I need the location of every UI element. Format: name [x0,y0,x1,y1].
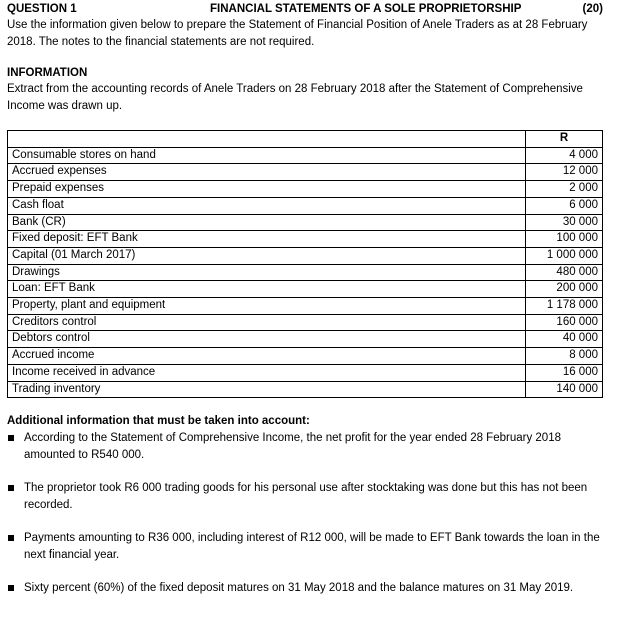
list-item-text: Sixty percent (60%) of the fixed deposit… [24,582,574,594]
question-title: FINANCIAL STATEMENTS OF A SOLE PROPRIETO… [210,3,522,15]
row-value: 480 000 [525,263,603,282]
row-label: Drawings [7,263,526,282]
square-bullet-icon [8,585,14,591]
additional-info-heading: Additional information that must be take… [7,415,310,427]
row-value: 200 000 [525,280,603,299]
square-bullet-icon [8,435,14,441]
table-row: Fixed deposit: EFT Bank 100 000 [7,230,603,248]
table-header-row: R [7,130,603,148]
table-row: Bank (CR) 30 000 [7,213,603,232]
header-label-cell [7,130,526,148]
table-row: Creditors control 160 000 [7,313,603,332]
question-heading: QUESTION 1 FINANCIAL STATEMENTS OF A SOL… [7,3,603,17]
row-label: Consumable stores on hand [7,146,526,165]
header-currency-cell: R [525,130,603,148]
table-row: Cash float 6 000 [7,196,603,215]
list-item-text: Payments amounting to R36 000, including… [24,532,600,561]
row-label: Income received in advance [7,363,526,382]
table-row: Income received in advance 16 000 [7,363,603,382]
additional-info-list: According to the Statement of Comprehens… [7,430,607,597]
list-item-text: According to the Statement of Comprehens… [24,432,561,461]
row-label: Loan: EFT Bank [7,280,526,299]
question-label: QUESTION 1 [7,3,77,15]
row-label: Property, plant and equipment [7,297,526,315]
table-row: Accrued income 8 000 [7,347,603,365]
row-value: 160 000 [525,313,603,332]
list-item: The proprietor took R6 000 trading goods… [7,480,607,513]
row-label: Debtors control [7,330,526,349]
square-bullet-icon [8,485,14,491]
list-item: Payments amounting to R36 000, including… [7,530,607,563]
row-value: 12 000 [525,163,603,182]
row-label: Accrued income [7,347,526,365]
row-value: 100 000 [525,230,603,248]
row-value: 4 000 [525,146,603,165]
list-item: Sixty percent (60%) of the fixed deposit… [7,580,607,597]
table-row: Accrued expenses 12 000 [7,163,603,182]
row-value: 1 000 000 [525,246,603,265]
list-item-text: The proprietor took R6 000 trading goods… [24,482,588,511]
table-row: Debtors control 40 000 [7,330,603,349]
table-row: Drawings 480 000 [7,263,603,282]
row-label: Bank (CR) [7,213,526,232]
table-row: Trading inventory 140 000 [7,380,603,399]
row-value: 6 000 [525,196,603,215]
row-value: 30 000 [525,213,603,232]
row-label: Fixed deposit: EFT Bank [7,230,526,248]
square-bullet-icon [8,535,14,541]
table-row: Consumable stores on hand 4 000 [7,146,603,165]
row-label: Capital (01 March 2017) [7,246,526,265]
row-value: 16 000 [525,363,603,382]
row-label: Prepaid expenses [7,180,526,198]
row-value: 1 178 000 [525,297,603,315]
question-marks: (20) [582,3,603,15]
row-value: 40 000 [525,330,603,349]
row-label: Cash float [7,196,526,215]
information-text: Extract from the accounting records of A… [7,83,583,112]
accounting-records-table: R Consumable stores on hand 4 000 Accrued… [7,130,603,399]
row-value: 140 000 [525,380,603,399]
row-label: Creditors control [7,313,526,332]
information-heading: INFORMATION [7,67,88,79]
table-row: Property, plant and equipment 1 178 000 [7,297,603,315]
instructions-text: Use the information given below to prepa… [7,19,588,48]
row-value: 2 000 [525,180,603,198]
list-item: According to the Statement of Comprehens… [7,430,607,463]
row-label: Accrued expenses [7,163,526,182]
table-row: Capital (01 March 2017) 1 000 000 [7,246,603,265]
row-label: Trading inventory [7,380,526,399]
table-row: Loan: EFT Bank 200 000 [7,280,603,299]
table-row: Prepaid expenses 2 000 [7,180,603,198]
row-value: 8 000 [525,347,603,365]
